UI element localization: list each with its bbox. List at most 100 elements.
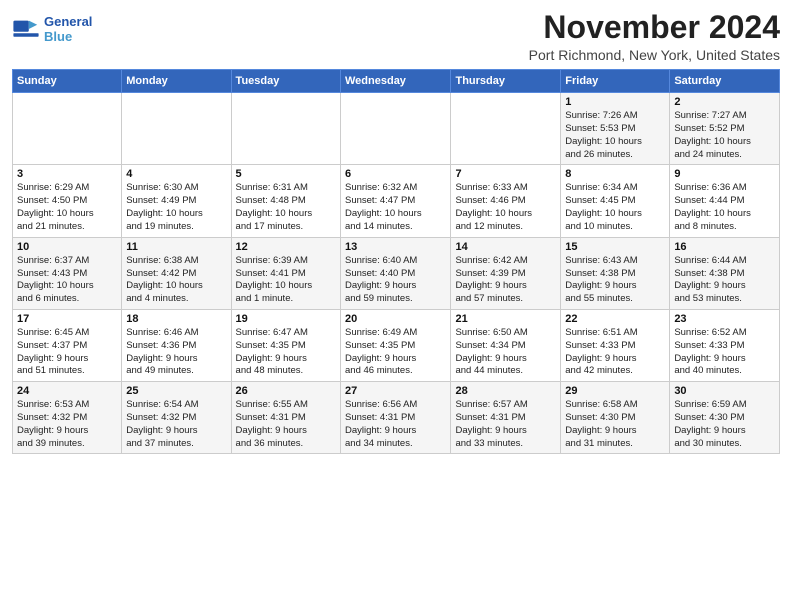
- location-title: Port Richmond, New York, United States: [529, 47, 780, 63]
- logo-text: General Blue: [44, 14, 92, 44]
- day-number: 15: [565, 241, 665, 253]
- day-cell: 25Sunrise: 6:54 AM Sunset: 4:32 PM Dayli…: [122, 382, 231, 454]
- day-cell: 1 Sunrise: 7:26 AM Sunset: 5:53 PM Daylig…: [561, 93, 670, 165]
- day-info: Sunrise: 6:40 AM Sunset: 4:40 PM Dayligh…: [345, 255, 446, 306]
- month-title: November 2024: [529, 10, 780, 45]
- day-number: 22: [565, 313, 665, 325]
- day-cell: 2Sunrise: 7:27 AM Sunset: 5:52 PM Daylig…: [670, 93, 780, 165]
- dow-cell: Friday: [561, 70, 670, 93]
- day-cell: 29Sunrise: 6:58 AM Sunset: 4:30 PM Dayli…: [561, 382, 670, 454]
- day-cell: [122, 93, 231, 165]
- dow-cell: Sunday: [13, 70, 122, 93]
- day-cell: [13, 93, 122, 165]
- day-number: 23: [674, 313, 775, 325]
- day-number: 6: [345, 168, 446, 180]
- day-info: Sunrise: 6:49 AM Sunset: 4:35 PM Dayligh…: [345, 327, 446, 378]
- day-number: 3: [17, 168, 117, 180]
- day-cell: 21Sunrise: 6:50 AM Sunset: 4:34 PM Dayli…: [451, 309, 561, 381]
- day-cell: 17Sunrise: 6:45 AM Sunset: 4:37 PM Dayli…: [13, 309, 122, 381]
- logo-icon: [12, 15, 40, 43]
- day-cell: 4 Sunrise: 6:30 AM Sunset: 4:49 PM Daylig…: [122, 165, 231, 237]
- day-cell: [341, 93, 451, 165]
- page: General Blue November 2024 Port Richmond…: [0, 0, 792, 612]
- day-info: Sunrise: 6:47 AM Sunset: 4:35 PM Dayligh…: [236, 327, 336, 378]
- day-info: Sunrise: 6:56 AM Sunset: 4:31 PM Dayligh…: [345, 399, 446, 450]
- day-cell: 26 Sunrise: 6:55 AM Sunset: 4:31 PM Dayli…: [231, 382, 340, 454]
- day-number: 21: [455, 313, 556, 325]
- day-cell: 8Sunrise: 6:34 AM Sunset: 4:45 PM Daylig…: [561, 165, 670, 237]
- logo: General Blue: [12, 14, 92, 44]
- week-row: 24Sunrise: 6:53 AM Sunset: 4:32 PM Dayli…: [13, 382, 780, 454]
- day-cell: 27Sunrise: 6:56 AM Sunset: 4:31 PM Dayli…: [341, 382, 451, 454]
- day-number: 29: [565, 385, 665, 397]
- day-info: Sunrise: 6:43 AM Sunset: 4:38 PM Dayligh…: [565, 255, 665, 306]
- day-info: Sunrise: 6:44 AM Sunset: 4:38 PM Dayligh…: [674, 255, 775, 306]
- day-cell: 30 Sunrise: 6:59 AM Sunset: 4:30 PM Dayli…: [670, 382, 780, 454]
- day-number: 14: [455, 241, 556, 253]
- dow-cell: Thursday: [451, 70, 561, 93]
- day-number: 28: [455, 385, 556, 397]
- day-cell: 9 Sunrise: 6:36 AM Sunset: 4:44 PM Daylig…: [670, 165, 780, 237]
- day-cell: 20 Sunrise: 6:49 AM Sunset: 4:35 PM Dayli…: [341, 309, 451, 381]
- day-number: 10: [17, 241, 117, 253]
- day-info: Sunrise: 6:55 AM Sunset: 4:31 PM Dayligh…: [236, 399, 336, 450]
- day-info: Sunrise: 6:39 AM Sunset: 4:41 PM Dayligh…: [236, 255, 336, 306]
- day-cell: 13 Sunrise: 6:40 AM Sunset: 4:40 PM Dayli…: [341, 237, 451, 309]
- day-cell: 11Sunrise: 6:38 AM Sunset: 4:42 PM Dayli…: [122, 237, 231, 309]
- dow-cell: Saturday: [670, 70, 780, 93]
- day-info: Sunrise: 7:27 AM Sunset: 5:52 PM Dayligh…: [674, 110, 775, 161]
- week-row: 17Sunrise: 6:45 AM Sunset: 4:37 PM Dayli…: [13, 309, 780, 381]
- day-cell: 18Sunrise: 6:46 AM Sunset: 4:36 PM Dayli…: [122, 309, 231, 381]
- calendar-table: SundayMondayTuesdayWednesdayThursdayFrid…: [12, 69, 780, 454]
- week-row: 10 Sunrise: 6:37 AM Sunset: 4:43 PM Dayli…: [13, 237, 780, 309]
- day-cell: 10 Sunrise: 6:37 AM Sunset: 4:43 PM Dayli…: [13, 237, 122, 309]
- week-row: 3 Sunrise: 6:29 AM Sunset: 4:50 PM Daylig…: [13, 165, 780, 237]
- week-row: 1 Sunrise: 7:26 AM Sunset: 5:53 PM Daylig…: [13, 93, 780, 165]
- day-cell: [231, 93, 340, 165]
- day-number: 24: [17, 385, 117, 397]
- day-number: 30: [674, 385, 775, 397]
- day-cell: 19 Sunrise: 6:47 AM Sunset: 4:35 PM Dayli…: [231, 309, 340, 381]
- day-info: Sunrise: 6:57 AM Sunset: 4:31 PM Dayligh…: [455, 399, 556, 450]
- day-number: 1: [565, 96, 665, 108]
- day-info: Sunrise: 6:33 AM Sunset: 4:46 PM Dayligh…: [455, 182, 556, 233]
- day-info: Sunrise: 6:36 AM Sunset: 4:44 PM Dayligh…: [674, 182, 775, 233]
- day-info: Sunrise: 6:51 AM Sunset: 4:33 PM Dayligh…: [565, 327, 665, 378]
- day-info: Sunrise: 6:34 AM Sunset: 4:45 PM Dayligh…: [565, 182, 665, 233]
- day-number: 26: [236, 385, 336, 397]
- day-number: 20: [345, 313, 446, 325]
- header-area: General Blue November 2024 Port Richmond…: [12, 10, 780, 63]
- day-info: Sunrise: 6:30 AM Sunset: 4:49 PM Dayligh…: [126, 182, 226, 233]
- day-cell: [451, 93, 561, 165]
- day-number: 13: [345, 241, 446, 253]
- day-cell: 7 Sunrise: 6:33 AM Sunset: 4:46 PM Daylig…: [451, 165, 561, 237]
- day-cell: 15 Sunrise: 6:43 AM Sunset: 4:38 PM Dayli…: [561, 237, 670, 309]
- day-info: Sunrise: 6:37 AM Sunset: 4:43 PM Dayligh…: [17, 255, 117, 306]
- day-info: Sunrise: 7:26 AM Sunset: 5:53 PM Dayligh…: [565, 110, 665, 161]
- day-number: 9: [674, 168, 775, 180]
- day-number: 11: [126, 241, 226, 253]
- title-area: November 2024 Port Richmond, New York, U…: [529, 10, 780, 63]
- day-cell: 24Sunrise: 6:53 AM Sunset: 4:32 PM Dayli…: [13, 382, 122, 454]
- day-number: 16: [674, 241, 775, 253]
- day-info: Sunrise: 6:31 AM Sunset: 4:48 PM Dayligh…: [236, 182, 336, 233]
- day-number: 7: [455, 168, 556, 180]
- day-cell: 6 Sunrise: 6:32 AM Sunset: 4:47 PM Daylig…: [341, 165, 451, 237]
- day-cell: 22 Sunrise: 6:51 AM Sunset: 4:33 PM Dayli…: [561, 309, 670, 381]
- day-info: Sunrise: 6:46 AM Sunset: 4:36 PM Dayligh…: [126, 327, 226, 378]
- day-info: Sunrise: 6:52 AM Sunset: 4:33 PM Dayligh…: [674, 327, 775, 378]
- day-number: 5: [236, 168, 336, 180]
- day-info: Sunrise: 6:59 AM Sunset: 4:30 PM Dayligh…: [674, 399, 775, 450]
- day-cell: 14 Sunrise: 6:42 AM Sunset: 4:39 PM Dayli…: [451, 237, 561, 309]
- day-info: Sunrise: 6:32 AM Sunset: 4:47 PM Dayligh…: [345, 182, 446, 233]
- dow-cell: Wednesday: [341, 70, 451, 93]
- day-info: Sunrise: 6:45 AM Sunset: 4:37 PM Dayligh…: [17, 327, 117, 378]
- day-number: 19: [236, 313, 336, 325]
- day-info: Sunrise: 6:54 AM Sunset: 4:32 PM Dayligh…: [126, 399, 226, 450]
- day-cell: 28 Sunrise: 6:57 AM Sunset: 4:31 PM Dayli…: [451, 382, 561, 454]
- day-info: Sunrise: 6:29 AM Sunset: 4:50 PM Dayligh…: [17, 182, 117, 233]
- day-number: 4: [126, 168, 226, 180]
- day-cell: 5 Sunrise: 6:31 AM Sunset: 4:48 PM Daylig…: [231, 165, 340, 237]
- day-info: Sunrise: 6:42 AM Sunset: 4:39 PM Dayligh…: [455, 255, 556, 306]
- day-of-week-header: SundayMondayTuesdayWednesdayThursdayFrid…: [13, 70, 780, 93]
